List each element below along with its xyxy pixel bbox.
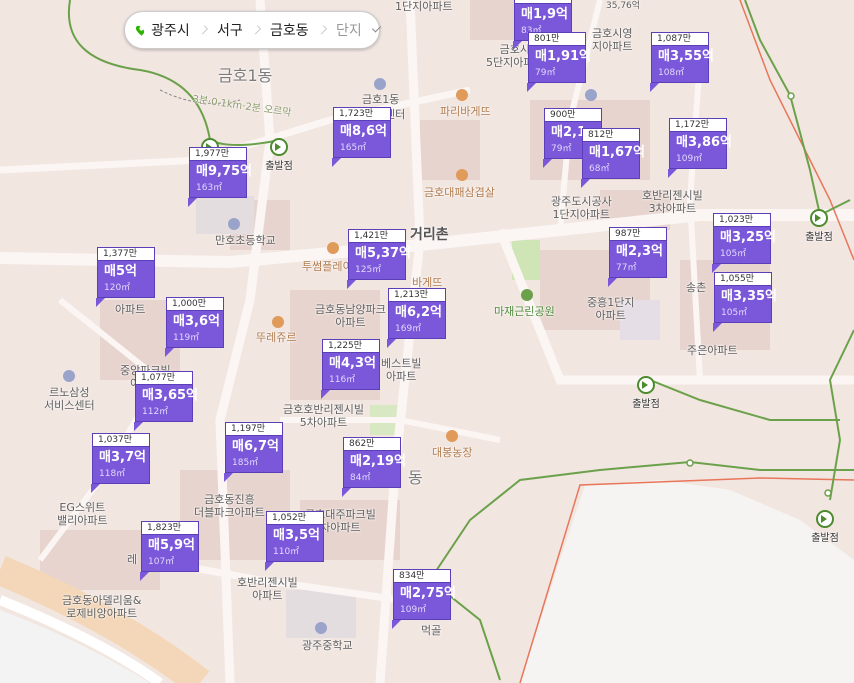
marker-partial-top: 35,76억 (606, 1, 641, 11)
trail-node-3 (787, 92, 795, 100)
trail-start-point-3[interactable]: 출발점 (619, 376, 673, 410)
price-marker[interactable]: 1,055만 매3,35억 105㎡ (713, 272, 777, 332)
school-label-gwangju-middle: 광주중학교 (302, 639, 353, 652)
breadcrumb-filter-dropdown[interactable]: 단지 (326, 20, 372, 40)
crossroad-label: 거리촌 (410, 227, 449, 243)
poi-twosome[interactable]: 투썸플레이 (302, 260, 353, 273)
apt-label-hobani3: 호반리젠시빌 3차아파트 (642, 189, 703, 215)
price-marker[interactable]: 1,421만 매5,37억 125㎡ (347, 229, 411, 289)
apt-label-hobani5: 금호호반리젠시빌 5차아파트 (283, 403, 364, 429)
bakery-icon (456, 89, 468, 101)
chevron-down-icon[interactable] (371, 23, 382, 33)
apt-label-eg-suite: EG스위트 밸리아파트 (57, 501, 108, 527)
apt-label-mado: 금호동아델리움& 로제비앙아파트 (62, 594, 142, 620)
price-marker[interactable]: 1,213만 매6,2억 169㎡ (387, 288, 446, 348)
price-marker[interactable]: 1,037만 매3,7억 118㎡ (91, 433, 150, 493)
restaurant-icon (456, 169, 468, 181)
trail-node-2 (824, 489, 832, 497)
apt-label-jueun: 주은아파트 (687, 344, 738, 357)
breadcrumb-region[interactable]: 광주시 (149, 20, 200, 40)
price-marker[interactable]: 1,023만 매3,25억 105㎡ (712, 213, 776, 273)
price-marker[interactable]: 1,052만 매3,5억 110㎡ (265, 511, 324, 571)
start-icon (816, 510, 834, 528)
location-breadcrumb: 광주시 서구 금호동 단지 (124, 11, 382, 49)
apt-label-nampyeong: 금호동남양파크 아파트 (315, 303, 386, 329)
price-marker[interactable]: 987만 매2,3억 77㎡ (608, 227, 667, 287)
poi-tous-les-jours[interactable]: 뚜레쥬르 (256, 331, 296, 344)
school-icon-2 (315, 622, 327, 634)
price-marker[interactable]: 1,077만 매3,65억 112㎡ (134, 371, 198, 431)
trail-start-point-4[interactable]: 출발점 (792, 209, 846, 243)
school-icon (228, 218, 240, 230)
park-label-mazae: 마재근린공원 (494, 305, 555, 318)
farm-icon (446, 430, 458, 442)
area-label-geumho1dong: 금호1동 (218, 66, 273, 85)
breadcrumb-dong[interactable]: 금호동 (260, 20, 319, 40)
apt-label-bestville: 베스트빌 아파트 (381, 357, 422, 383)
poi-renault-service[interactable]: 르노삼성 서비스센터 (44, 386, 95, 412)
price-marker[interactable]: 812만 매1,67억 68㎡ (581, 128, 645, 188)
start-icon (270, 138, 288, 156)
apt-label-1danji: 1단지아파트 (395, 0, 453, 13)
price-marker[interactable]: 1,000만 매3,6억 119㎡ (165, 297, 224, 357)
price-marker[interactable]: 1,723만 매8,6억 165㎡ (332, 107, 391, 167)
price-marker[interactable]: 801만 매1,91억 79㎡ (527, 32, 591, 92)
location-pin-icon (134, 24, 146, 36)
cafe-icon (327, 242, 339, 254)
poi-paris-baguette-1[interactable]: 파리바게뜨 (440, 105, 491, 118)
bakery-icon-2 (272, 316, 284, 328)
poi-restaurant[interactable]: 금호대패삼겹살 (424, 186, 495, 199)
apt-label-gwangjudosi: 광주도시공사 1단지아파트 (551, 195, 612, 221)
price-marker[interactable]: 1,197만 매6,7억 185㎡ (224, 422, 283, 482)
apt-label-jinheung: 금호동진흥 더블파크아파트 (194, 493, 265, 519)
trail-start-point-2[interactable]: 출발점 (252, 138, 306, 172)
car-service-icon (63, 370, 75, 382)
start-icon (810, 209, 828, 227)
trail-node (686, 459, 694, 467)
apt-label-jungheung: 중흥1단지 아파트 (587, 296, 635, 322)
apt-label-siyeong: 금호시영 지아파트 (592, 27, 633, 53)
poi-daebong-farm[interactable]: 대봉농장 (432, 446, 472, 459)
price-marker[interactable]: 1,172만 매3,86억 109㎡ (668, 118, 732, 178)
apt-label-songchon: 송촌 (686, 281, 707, 294)
price-marker[interactable]: 862만 매2,19억 84㎡ (342, 437, 406, 497)
park-icon (521, 289, 533, 301)
dong-fragment-label: 동 (408, 468, 423, 487)
price-marker[interactable]: 1,823만 매5,9억 107㎡ (140, 521, 199, 581)
price-marker[interactable]: 1,225만 매4,3억 116㎡ (321, 339, 380, 399)
office-label: 금호1동 (362, 93, 400, 106)
price-marker[interactable]: 1,977만 매9,75억 163㎡ (188, 147, 252, 207)
office-icon (374, 78, 386, 90)
apt-label-re: 레 (127, 553, 138, 566)
trail-start-point-5[interactable]: 출발점 (798, 510, 852, 544)
breadcrumb-district[interactable]: 서구 (207, 20, 253, 40)
price-marker[interactable]: 1,377만 매5억 120㎡ (96, 247, 155, 307)
price-marker[interactable]: 1,087만 매3,55억 108㎡ (650, 32, 714, 92)
school-label-manho: 만호초등학교 (215, 234, 276, 247)
start-icon (637, 376, 655, 394)
price-marker[interactable]: 834만 매2,75억 109㎡ (392, 569, 456, 629)
apt-label-hobani-bottom: 호반리젠시빌 아파트 (237, 576, 298, 602)
school-icon-3 (585, 89, 597, 101)
